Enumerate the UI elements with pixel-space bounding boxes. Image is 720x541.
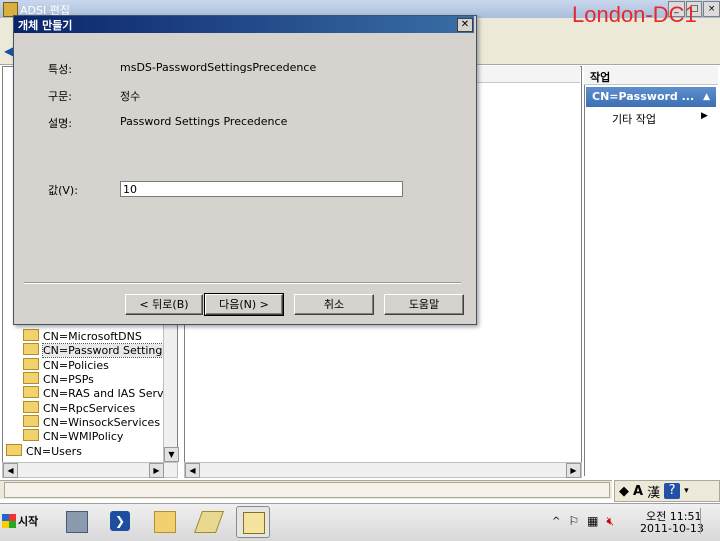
help-button[interactable]: 도움말 — [384, 294, 464, 315]
attribute-value: msDS-PasswordSettingsPrecedence — [120, 61, 317, 74]
actions-more-item[interactable]: 기타 작업 — [612, 111, 656, 127]
next-button[interactable]: 다음(N) > — [204, 293, 284, 316]
chevron-right-icon: ▶ — [701, 111, 708, 121]
actions-selected-label: CN=Password ... — [592, 90, 695, 103]
syntax-value: 정수 — [120, 90, 141, 103]
dialog-separator — [24, 282, 461, 284]
tree-item-label: CN=WMIPolicy — [43, 430, 124, 443]
tree-item-users[interactable]: CN=Users — [6, 444, 82, 458]
value-label: 값(V): — [48, 184, 78, 197]
flag-icon[interactable]: ⚐ — [568, 514, 579, 528]
language-bar[interactable]: ◆ A 漢 ? ▾ — [614, 480, 720, 502]
tree-item-selected[interactable]: CN=Password Settings C — [23, 343, 178, 358]
system-tray: ^ ⚐ ▦ 🔇︎ — [552, 506, 642, 536]
tree-item[interactable]: CN=WinsockServices — [23, 415, 160, 429]
help-icon[interactable]: ? — [664, 483, 681, 499]
tree-item-label: CN=MicrosoftDNS — [43, 330, 142, 343]
dialog-titlebar — [14, 16, 474, 33]
collapse-up-icon[interactable]: ▲ — [703, 87, 710, 107]
tree-item-label: CN=PSPs — [43, 373, 94, 386]
scroll-right-icon[interactable]: ▶ — [566, 463, 581, 478]
input-mode-indicator[interactable]: A — [633, 484, 643, 499]
scroll-down-icon[interactable]: ▼ — [164, 447, 179, 462]
status-bar-panel — [4, 482, 610, 498]
taskbar-server-manager[interactable] — [60, 506, 92, 536]
tray-expand-icon[interactable]: ^ — [552, 516, 560, 527]
server-name-watermark: London-DC1 — [572, 2, 697, 27]
tree-item[interactable]: CN=RAS and IAS Server — [23, 386, 175, 400]
start-label: 시작 — [18, 515, 39, 528]
powershell-icon: ❯ — [110, 511, 130, 531]
taskbar-explorer[interactable] — [148, 506, 180, 536]
actions-selected-item[interactable]: CN=Password ... ▲ — [586, 87, 716, 107]
taskbar-adsi-edit[interactable] — [236, 506, 270, 538]
tree-item[interactable]: CN=WMIPolicy — [23, 429, 123, 443]
attribute-label: 특성: — [48, 63, 72, 76]
value-input[interactable] — [120, 181, 403, 197]
tree-item-label: CN=Users — [26, 445, 82, 458]
folder-icon — [23, 429, 39, 441]
tree-item-label: CN=WinsockServices — [43, 416, 161, 429]
folder-icon — [23, 329, 39, 341]
tree-item[interactable]: CN=RpcServices — [23, 401, 135, 415]
tree-item[interactable]: CN=MicrosoftDNS — [23, 329, 142, 343]
folder-icon — [23, 401, 39, 413]
folder-icon — [23, 343, 39, 355]
admin-tool-icon — [193, 511, 225, 533]
tree-item-label: CN=Policies — [43, 359, 109, 372]
ime-icon[interactable]: ◆ — [619, 484, 629, 499]
scroll-left-icon[interactable]: ◀ — [3, 463, 18, 478]
start-button[interactable]: 시작 — [2, 508, 46, 534]
tree-horizontal-scrollbar[interactable]: ◀ ▶ — [2, 462, 178, 478]
taskbar-admin-tool[interactable] — [192, 506, 225, 536]
windows-logo-icon — [2, 514, 16, 528]
scroll-left-icon[interactable]: ◀ — [185, 463, 200, 478]
actions-pane — [584, 66, 719, 476]
show-desktop-button[interactable] — [700, 508, 717, 534]
langbar-options-icon[interactable]: ▾ — [684, 486, 689, 496]
folder-icon — [154, 511, 176, 533]
back-button[interactable]: < 뒤로(B) — [125, 294, 203, 315]
folder-icon — [23, 386, 39, 398]
dialog-title: 개체 만들기 — [18, 19, 73, 32]
cancel-button[interactable]: 취소 — [294, 294, 374, 315]
folder-icon — [23, 415, 39, 427]
tree-item-label: CN=RpcServices — [43, 402, 136, 415]
folder-icon — [23, 372, 39, 384]
list-horizontal-scrollbar[interactable]: ◀ ▶ — [184, 462, 582, 478]
close-icon[interactable]: × — [703, 1, 720, 17]
syntax-label: 구문: — [48, 90, 72, 103]
network-icon[interactable]: ▦ — [587, 514, 598, 528]
folder-icon — [23, 358, 39, 370]
actions-title: 작업 — [590, 71, 611, 84]
clock-date[interactable]: 2011-10-13 — [640, 522, 704, 535]
volume-muted-icon[interactable]: 🔇︎ — [607, 514, 615, 529]
server-manager-icon — [66, 511, 88, 533]
scroll-right-icon[interactable]: ▶ — [149, 463, 164, 478]
adsi-edit-icon — [243, 512, 265, 534]
hanja-indicator[interactable]: 漢 — [647, 482, 660, 501]
tree-item[interactable]: CN=PSPs — [23, 372, 94, 386]
dialog-close-icon[interactable]: ✕ — [457, 18, 473, 32]
description-label: 설명: — [48, 117, 72, 130]
description-value: Password Settings Precedence — [120, 115, 288, 128]
tree-item[interactable]: CN=Policies — [23, 358, 109, 372]
tree-item-label: CN=Password Settings C — [41, 343, 178, 358]
tree-item-label: CN=RAS and IAS Server — [43, 387, 175, 400]
folder-icon — [6, 444, 22, 456]
taskbar-powershell[interactable]: ❯ — [104, 506, 136, 536]
